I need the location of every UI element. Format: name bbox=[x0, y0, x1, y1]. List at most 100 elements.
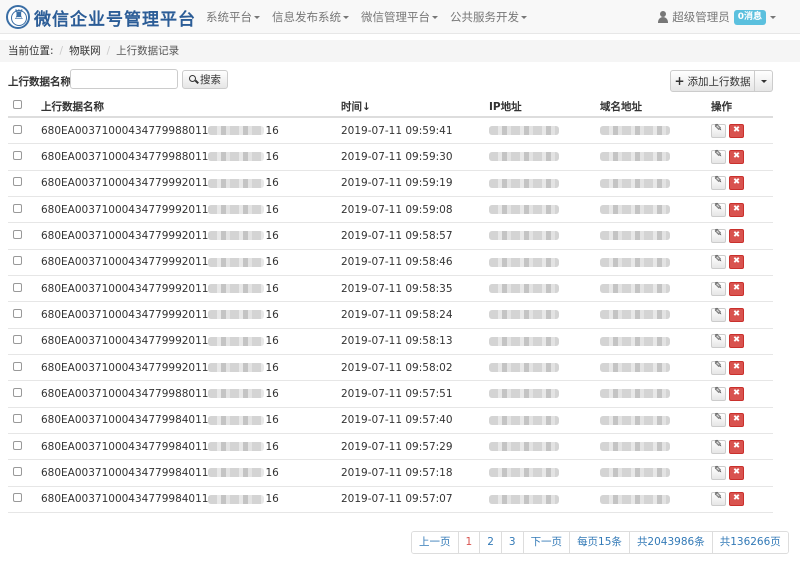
cell-ip bbox=[489, 335, 600, 347]
cell-domain bbox=[600, 204, 711, 216]
cell-name: 680EA00371000434779992011 16 bbox=[41, 362, 341, 374]
row-checkbox[interactable] bbox=[13, 282, 22, 292]
edit-icon[interactable] bbox=[711, 149, 726, 164]
delete-icon[interactable] bbox=[729, 149, 744, 164]
breadcrumb-iot[interactable]: 物联网 bbox=[69, 40, 101, 62]
delete-icon[interactable] bbox=[729, 307, 744, 322]
prev-page-button[interactable]: 上一页 bbox=[412, 532, 458, 553]
edit-icon[interactable] bbox=[711, 491, 726, 507]
edit-icon[interactable] bbox=[711, 202, 726, 217]
delete-icon[interactable] bbox=[729, 228, 744, 243]
redacted-ip bbox=[489, 336, 559, 346]
table-header: 上行数据名称 时间↓ IP地址 域名地址 操作 bbox=[8, 96, 773, 118]
cell-time: 2019-07-11 09:59:19 bbox=[341, 177, 453, 190]
col-header-name: 上行数据名称 bbox=[41, 100, 104, 113]
edit-icon[interactable] bbox=[711, 228, 726, 243]
name-prefix: 680EA00371000434779992011 bbox=[41, 335, 209, 348]
delete-icon[interactable] bbox=[729, 465, 744, 480]
delete-icon[interactable] bbox=[729, 492, 744, 507]
row-checkbox[interactable] bbox=[13, 466, 22, 476]
name-suffix: 16 bbox=[265, 256, 279, 269]
edit-icon[interactable] bbox=[711, 360, 726, 375]
nav-item-public-service[interactable]: 公共服务开发 bbox=[444, 0, 533, 34]
row-checkbox[interactable] bbox=[13, 361, 22, 371]
cell-time: 2019-07-11 09:58:02 bbox=[341, 361, 453, 374]
edit-icon[interactable] bbox=[711, 465, 726, 480]
user-menu[interactable]: 超级管理员 0消息 bbox=[658, 0, 776, 34]
next-page-button[interactable]: 下一页 bbox=[522, 532, 570, 553]
top-navbar: 微信企业号管理平台 系统平台 信息发布系统 微信管理平台 公共服务开发 超级管理… bbox=[0, 0, 800, 34]
cell-ops bbox=[711, 254, 773, 270]
delete-icon[interactable] bbox=[729, 123, 744, 138]
search-button-label: 搜索 bbox=[200, 74, 221, 86]
cell-ip bbox=[489, 441, 600, 453]
edit-icon[interactable] bbox=[711, 281, 726, 296]
row-checkbox[interactable] bbox=[13, 256, 22, 266]
edit-icon[interactable] bbox=[711, 123, 726, 138]
search-input[interactable] bbox=[70, 69, 178, 89]
edit-icon[interactable] bbox=[711, 254, 726, 270]
search-button[interactable]: 搜索 bbox=[182, 70, 228, 89]
name-suffix: 16 bbox=[265, 493, 279, 506]
edit-icon[interactable] bbox=[711, 333, 726, 349]
redacted-domain bbox=[600, 389, 670, 399]
name-suffix: 16 bbox=[265, 229, 279, 242]
nav-item-wechat[interactable]: 微信管理平台 bbox=[355, 0, 444, 34]
cell-ip bbox=[489, 388, 600, 400]
row-checkbox[interactable] bbox=[13, 440, 22, 450]
row-checkbox[interactable] bbox=[13, 124, 22, 134]
redacted-ip bbox=[489, 310, 559, 320]
delete-icon[interactable] bbox=[729, 413, 744, 428]
cell-domain bbox=[600, 362, 711, 374]
row-checkbox[interactable] bbox=[13, 308, 22, 318]
name-suffix: 16 bbox=[265, 150, 279, 163]
col-header-time[interactable]: 时间↓ bbox=[341, 99, 489, 114]
row-checkbox[interactable] bbox=[13, 414, 22, 424]
redacted-segment bbox=[208, 415, 265, 425]
row-checkbox[interactable] bbox=[13, 177, 22, 187]
redacted-domain bbox=[600, 231, 670, 241]
cell-ops bbox=[711, 333, 773, 349]
add-button-label: 添加上行数据 bbox=[687, 75, 751, 88]
edit-icon[interactable] bbox=[711, 386, 726, 401]
name-suffix: 16 bbox=[265, 124, 279, 137]
delete-icon[interactable] bbox=[729, 255, 744, 270]
edit-icon[interactable] bbox=[711, 439, 726, 454]
delete-icon[interactable] bbox=[729, 439, 744, 454]
name-suffix: 16 bbox=[265, 440, 279, 453]
delete-icon[interactable] bbox=[729, 386, 744, 401]
select-all-checkbox[interactable] bbox=[13, 100, 22, 109]
redacted-ip bbox=[489, 389, 559, 399]
delete-icon[interactable] bbox=[729, 281, 744, 296]
redacted-segment bbox=[208, 363, 265, 373]
delete-icon[interactable] bbox=[729, 334, 744, 349]
add-dropdown-toggle[interactable] bbox=[755, 70, 773, 92]
edit-icon[interactable] bbox=[711, 307, 726, 322]
cell-ip bbox=[489, 151, 600, 163]
delete-icon[interactable] bbox=[729, 360, 744, 375]
cell-domain bbox=[600, 335, 711, 347]
delete-icon[interactable] bbox=[729, 202, 744, 217]
add-uplink-button[interactable]: + 添加上行数据 bbox=[670, 70, 755, 92]
row-checkbox[interactable] bbox=[13, 150, 22, 160]
row-checkbox[interactable] bbox=[13, 335, 22, 345]
name-suffix: 16 bbox=[265, 361, 279, 374]
nav-item-system[interactable]: 系统平台 bbox=[200, 0, 266, 34]
brand-title[interactable]: 微信企业号管理平台 bbox=[34, 5, 196, 30]
name-suffix: 16 bbox=[265, 466, 279, 479]
row-checkbox[interactable] bbox=[13, 387, 22, 397]
row-checkbox[interactable] bbox=[13, 203, 22, 213]
redacted-ip bbox=[489, 152, 559, 162]
name-suffix: 16 bbox=[265, 335, 279, 348]
page-2-button[interactable]: 2 bbox=[479, 532, 501, 553]
page-3-button[interactable]: 3 bbox=[500, 532, 523, 553]
edit-icon[interactable] bbox=[711, 175, 726, 191]
redacted-segment bbox=[208, 389, 265, 399]
row-checkbox[interactable] bbox=[13, 493, 22, 503]
page-1-button[interactable]: 1 bbox=[457, 532, 480, 553]
edit-icon[interactable] bbox=[711, 412, 726, 428]
delete-icon[interactable] bbox=[729, 176, 744, 191]
nav-item-publishing[interactable]: 信息发布系统 bbox=[266, 0, 355, 34]
breadcrumb-prefix: 当前位置: bbox=[8, 45, 54, 57]
row-checkbox[interactable] bbox=[13, 229, 22, 239]
